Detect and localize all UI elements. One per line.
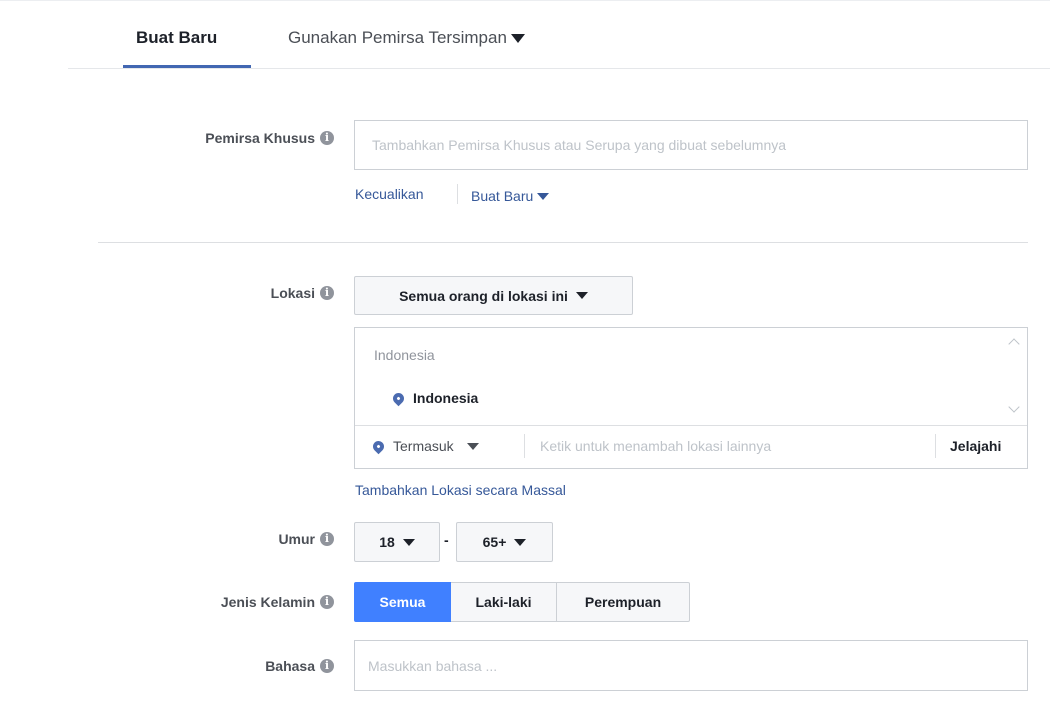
- language-placeholder: Masukkan bahasa ...: [368, 658, 498, 674]
- include-exclude-dropdown[interactable]: Termasuk: [370, 438, 479, 454]
- age-label: Umur: [278, 531, 315, 547]
- gender-label: Jenis Kelamin: [220, 594, 315, 610]
- language-input[interactable]: Masukkan bahasa ...: [354, 640, 1028, 691]
- gender-option-all[interactable]: Semua: [354, 582, 451, 622]
- tab-bar-divider: [68, 68, 1050, 69]
- section-divider: [98, 242, 1028, 243]
- age-label-row: Umur i: [120, 529, 334, 549]
- location-label-row: Lokasi i: [120, 283, 334, 303]
- link-separator: [457, 184, 458, 204]
- custom-audience-input[interactable]: Tambahkan Pemirsa Khusus atau Serupa yan…: [354, 120, 1028, 170]
- language-label-row: Bahasa i: [120, 656, 334, 676]
- info-icon[interactable]: i: [320, 131, 334, 145]
- info-icon[interactable]: i: [320, 286, 334, 300]
- gender-segmented-control: Semua Laki-laki Perempuan: [354, 582, 690, 622]
- location-list[interactable]: Indonesia Indonesia: [355, 328, 1001, 425]
- exclude-link[interactable]: Kecualikan: [355, 186, 424, 202]
- location-label: Lokasi: [270, 285, 315, 301]
- custom-audience-label: Pemirsa Khusus: [205, 130, 315, 146]
- top-border: [0, 0, 1050, 1]
- scroll-up-icon[interactable]: [1008, 338, 1020, 350]
- include-label: Termasuk: [393, 438, 454, 454]
- custom-audience-label-row: Pemirsa Khusus i: [120, 128, 334, 148]
- include-separator: [524, 434, 525, 458]
- location-group-header: Indonesia: [374, 347, 435, 363]
- caret-down-icon: [402, 538, 415, 546]
- tab-use-saved-audience[interactable]: Gunakan Pemirsa Tersimpan: [288, 26, 525, 50]
- browse-separator: [935, 434, 936, 458]
- info-icon[interactable]: i: [320, 595, 334, 609]
- age-min-value: 18: [379, 534, 395, 550]
- gender-option-male[interactable]: Laki-laki: [451, 582, 557, 622]
- caret-down-icon: [537, 192, 550, 200]
- location-list-scrollbar[interactable]: [1001, 328, 1027, 425]
- age-min-dropdown[interactable]: 18: [354, 522, 440, 562]
- location-scope-dropdown[interactable]: Semua orang di lokasi ini: [354, 276, 633, 315]
- location-box: Indonesia Indonesia Termasuk Ketik untuk…: [354, 327, 1028, 469]
- gender-option-female[interactable]: Perempuan: [557, 582, 690, 622]
- create-new-audience-link[interactable]: Buat Baru: [471, 188, 550, 204]
- custom-audience-placeholder: Tambahkan Pemirsa Khusus atau Serupa yan…: [372, 137, 787, 153]
- location-pin-icon: [390, 390, 407, 406]
- location-search-placeholder: Ketik untuk menambah lokasi lainnya: [540, 438, 772, 454]
- tab-create-new[interactable]: Buat Baru: [136, 26, 217, 50]
- caret-down-icon: [575, 292, 588, 299]
- age-max-value: 65+: [482, 534, 507, 550]
- gender-label-row: Jenis Kelamin i: [120, 592, 334, 612]
- location-pin-icon: [370, 438, 387, 454]
- browse-button[interactable]: Jelajahi: [950, 438, 1001, 454]
- location-scope-label: Semua orang di lokasi ini: [399, 287, 568, 304]
- location-search-input[interactable]: Ketik untuk menambah lokasi lainnya: [540, 438, 920, 458]
- bulk-add-locations-link[interactable]: Tambahkan Lokasi secara Massal: [355, 482, 566, 498]
- tab-use-saved-label: Gunakan Pemirsa Tersimpan: [288, 28, 507, 47]
- selected-location-item[interactable]: Indonesia: [390, 390, 479, 406]
- age-separator: -: [444, 532, 449, 548]
- caret-down-icon: [510, 33, 525, 43]
- caret-down-icon: [466, 442, 479, 450]
- info-icon[interactable]: i: [320, 659, 334, 673]
- language-label: Bahasa: [265, 658, 315, 674]
- info-icon[interactable]: i: [320, 532, 334, 546]
- create-new-audience-label: Buat Baru: [471, 188, 534, 204]
- selected-location-label: Indonesia: [413, 390, 479, 406]
- location-box-divider: [355, 425, 1027, 426]
- caret-down-icon: [514, 538, 527, 546]
- age-max-dropdown[interactable]: 65+: [456, 522, 553, 562]
- scroll-down-icon[interactable]: [1008, 401, 1020, 413]
